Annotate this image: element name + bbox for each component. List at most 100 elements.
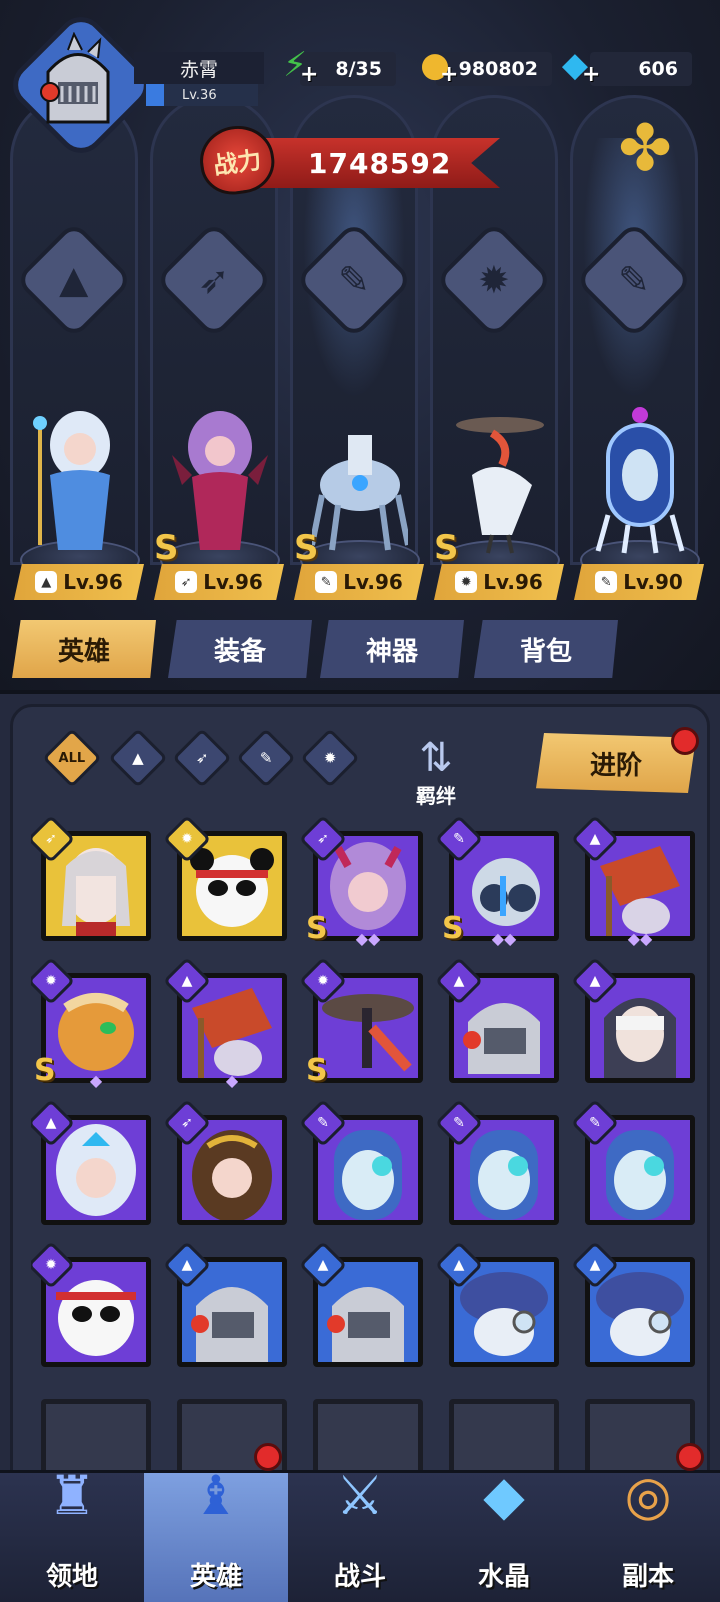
- hero-card-9[interactable]: ▲: [434, 956, 559, 1083]
- filter-claw-button[interactable]: ✹: [300, 728, 360, 788]
- nav-crystal[interactable]: ◆ 水晶: [432, 1464, 576, 1602]
- star-rating: ◆◆: [491, 929, 517, 948]
- filter-all-label: ALL: [58, 750, 86, 766]
- hero-card-17[interactable]: ▲: [162, 1240, 287, 1367]
- portal-icon: ◎: [624, 1463, 672, 1527]
- hero-card-12[interactable]: ➶: [162, 1098, 287, 1225]
- mage-icon: ▲: [132, 748, 144, 767]
- heroes-notification-dot: [254, 1443, 282, 1471]
- gold-value: 980802: [458, 58, 538, 80]
- section-tabs: 英雄 装备 神器 背包: [0, 620, 720, 680]
- knight-helmet-icon: [40, 31, 110, 124]
- bond-arrows-icon: ⇅: [419, 735, 453, 781]
- hero-card-1[interactable]: ➶: [31, 814, 151, 941]
- hero-level-tag: ▲ Lv.96: [14, 564, 144, 600]
- filter-wing-button[interactable]: ➶: [172, 728, 232, 788]
- hero-level-tag: ✎ Lv.96: [294, 564, 424, 600]
- nav-label: 战斗: [333, 1562, 386, 1592]
- wrench-icon: ✎: [595, 571, 618, 593]
- player-name: 赤霄: [134, 52, 264, 84]
- ice-sorceress-figure: [32, 405, 128, 555]
- hero-card-18[interactable]: ▲: [298, 1240, 423, 1367]
- hero-card-15[interactable]: ✎: [570, 1098, 695, 1225]
- succubus-figure: [172, 405, 268, 555]
- wing-icon: ➶: [175, 571, 198, 593]
- nav-label: 领地: [45, 1562, 98, 1592]
- tab-backpack[interactable]: 背包: [474, 620, 618, 678]
- star-rating: ◆: [89, 1071, 103, 1090]
- hero-card-19[interactable]: ▲: [434, 1240, 559, 1367]
- nav-heroes[interactable]: ♝ 英雄: [144, 1443, 288, 1602]
- filter-mage-button[interactable]: ▲: [108, 728, 168, 788]
- hero-card-6[interactable]: ✹ S ◆: [31, 956, 151, 1090]
- star-rating: ◆◆: [627, 929, 653, 948]
- nav-dungeon[interactable]: ◎ 副本: [576, 1443, 720, 1602]
- filter-all-button[interactable]: ALL: [42, 728, 102, 788]
- player-avatar[interactable]: [28, 31, 128, 132]
- formation-settings-icon[interactable]: ✤: [606, 110, 684, 188]
- tab-artifacts[interactable]: 神器: [320, 620, 464, 678]
- rank-s-badge: S: [294, 528, 319, 568]
- tab-equipment[interactable]: 装备: [168, 620, 312, 678]
- power-ribbon: 1748592: [260, 138, 500, 188]
- rank-s-badge: S: [154, 528, 179, 568]
- rank-s-badge: S: [434, 528, 459, 568]
- add-energy-icon[interactable]: +: [300, 64, 318, 86]
- hero-grid: ➶ ✹ ➶ S ◆◆ ✎ S ◆◆ ▲ ◆◆ ✹ S ◆ ▲ ◆ ✹ S ▲ ▲…: [31, 803, 707, 1493]
- hero-card-11[interactable]: ▲: [31, 1098, 151, 1225]
- hero-level-tag: ✹ Lv.96: [434, 564, 564, 600]
- claw-icon: ✹: [455, 571, 478, 593]
- nav-territory[interactable]: ♜ 领地: [0, 1464, 144, 1602]
- hero-card-7[interactable]: ▲ ◆: [162, 956, 287, 1090]
- crystal-icon: ◆: [483, 1463, 525, 1527]
- tab-heroes[interactable]: 英雄: [12, 620, 156, 678]
- castle-icon: ♜: [47, 1463, 97, 1527]
- mech-spider-figure: [312, 405, 408, 555]
- claw-icon: ✹: [323, 748, 337, 767]
- mage-icon: ▲: [35, 571, 58, 593]
- power-banner: 1748592 战力: [195, 120, 500, 200]
- crane-figure: [452, 405, 548, 555]
- bond-button[interactable]: ⇅ 羁绊: [386, 719, 486, 809]
- nav-label: 英雄: [189, 1562, 242, 1592]
- player-level: Lv.36: [182, 87, 217, 103]
- exp-bar: [146, 84, 164, 106]
- hero-card-3[interactable]: ➶ S ◆◆: [298, 814, 423, 948]
- hero-level: Lv.96: [203, 570, 263, 594]
- sword-icon: ⚔: [335, 1463, 385, 1527]
- hero-hat-icon: ♝: [191, 1463, 241, 1527]
- hero-level: Lv.90: [623, 570, 683, 594]
- hero-level: Lv.96: [63, 570, 123, 594]
- hero-card-20[interactable]: ▲: [570, 1240, 695, 1367]
- advance-notification-dot: [671, 727, 699, 755]
- add-diamond-icon[interactable]: +: [582, 64, 600, 86]
- nav-label: 副本: [621, 1562, 674, 1592]
- class-filter-row: ALL ▲ ➶ ✎ ✹ ⇅ 羁绊 进阶: [31, 727, 711, 808]
- hero-panel: ALL ▲ ➶ ✎ ✹ ⇅ 羁绊 进阶 ➶ ✹ ➶ S ◆◆ ✎ S ◆◆ ▲ …: [0, 690, 720, 1494]
- hero-card-8[interactable]: ✹ S: [298, 956, 423, 1088]
- star-rating: ◆: [225, 1071, 239, 1090]
- wrench-icon: ✎: [315, 571, 338, 593]
- hero-card-4[interactable]: ✎ S ◆◆: [434, 814, 559, 948]
- nav-battle[interactable]: ⚔ 战斗: [288, 1464, 432, 1602]
- power-value: 1748592: [308, 146, 452, 180]
- diamond-counter: 606: [590, 52, 692, 86]
- hero-level: Lv.96: [343, 570, 403, 594]
- player-level-plate: Lv.36: [146, 84, 258, 106]
- filter-wrench-button[interactable]: ✎: [236, 728, 296, 788]
- diamond-value: 606: [638, 58, 678, 80]
- star-rating: ◆◆: [355, 929, 381, 948]
- rank-s-badge: S: [306, 1053, 328, 1088]
- hero-card-13[interactable]: ✎: [298, 1098, 423, 1225]
- add-gold-icon[interactable]: +: [440, 64, 458, 86]
- energy-value: 8/35: [335, 58, 382, 80]
- hero-card-5[interactable]: ▲ ◆◆: [570, 814, 695, 948]
- hero-card-10[interactable]: ▲: [570, 956, 695, 1083]
- nav-label: 水晶: [477, 1562, 530, 1592]
- hero-card-16[interactable]: ✹: [31, 1240, 151, 1367]
- hero-panel-inner: ALL ▲ ➶ ✎ ✹ ⇅ 羁绊 进阶 ➶ ✹ ➶ S ◆◆ ✎ S ◆◆ ▲ …: [10, 704, 710, 1494]
- hero-card-2[interactable]: ✹: [162, 814, 287, 941]
- wrench-icon: ✎: [259, 748, 273, 767]
- dungeon-notification-dot: [676, 1443, 704, 1471]
- hero-card-14[interactable]: ✎: [434, 1098, 559, 1225]
